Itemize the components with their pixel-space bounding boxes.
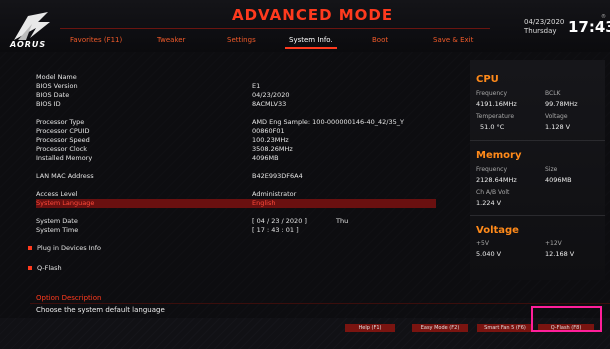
cpu-voltage-label: Voltage xyxy=(545,113,568,120)
bclk-value: 99.78MHz xyxy=(545,100,578,108)
tab-boot[interactable]: Boot xyxy=(372,36,388,44)
row-system-date[interactable]: System Date [ 04 / 23 / 2020 ] Thu xyxy=(36,217,436,226)
bios-date-value: 04/23/2020 xyxy=(252,91,290,99)
v5-value: 5.040 V xyxy=(476,250,502,258)
option-description-title: Option Description xyxy=(36,294,102,302)
row-system-time[interactable]: System Time [ 17 : 43 : 01 ] xyxy=(36,226,436,235)
lan-mac-value: B42E993DF6A4 xyxy=(252,172,303,180)
bios-version-label: BIOS Version xyxy=(36,82,78,90)
clock-date: 04/23/2020 xyxy=(524,18,565,26)
processor-speed-value: 100.23MHz xyxy=(252,136,289,144)
system-language-value[interactable]: English xyxy=(252,199,275,207)
plug-in-devices-info-item[interactable]: Plug in Devices Info xyxy=(37,244,101,252)
plug-in-devices-bullet-icon xyxy=(28,246,32,250)
memory-title: Memory xyxy=(476,150,522,161)
processor-type-value: AMD Eng Sample: 100-000000146-40_42/35_Y xyxy=(252,118,404,126)
panel-divider xyxy=(470,215,605,216)
tab-favorites[interactable]: Favorites (F11) xyxy=(70,36,122,44)
processor-speed-label: Processor Speed xyxy=(36,136,90,144)
mem-frequency-label: Frequency xyxy=(476,166,507,173)
model-name-label: Model Name xyxy=(36,73,77,81)
row-bios-id: BIOS ID 8ACMLV33 xyxy=(36,100,436,109)
installed-memory-value: 4096MB xyxy=(252,154,279,162)
processor-cpuid-value: 00860F01 xyxy=(252,127,285,135)
processor-clock-value: 3508.26MHz xyxy=(252,145,293,153)
mode-title: ADVANCED MODE xyxy=(232,6,394,24)
row-processor-type: Processor Type AMD Eng Sample: 100-00000… xyxy=(36,118,436,127)
description-divider xyxy=(30,303,610,304)
cpu-voltage-value: 1.128 V xyxy=(545,123,571,131)
mem-frequency-value: 2128.64MHz xyxy=(476,176,517,184)
tab-system-info-label: System Info. xyxy=(289,36,333,44)
easy-mode-button[interactable]: Easy Mode (F2) xyxy=(412,324,468,332)
system-time-value[interactable]: [ 17 : 43 : 01 ] xyxy=(252,226,299,234)
row-access-level: Access Level Administrator xyxy=(36,190,436,199)
mem-size-label: Size xyxy=(545,166,558,173)
qflash-item[interactable]: Q-Flash xyxy=(37,264,62,272)
header-divider xyxy=(60,28,490,29)
v12-label: +12V xyxy=(545,240,562,247)
temperature-label: Temperature xyxy=(476,113,515,120)
system-date-value[interactable]: [ 04 / 23 / 2020 ] xyxy=(252,217,307,225)
bios-version-value: E1 xyxy=(252,82,261,90)
bios-date-label: BIOS Date xyxy=(36,91,70,99)
cpu-frequency-value: 4191.16MHz xyxy=(476,100,517,108)
option-description-text: Choose the system default language xyxy=(36,306,165,314)
cpu-title: CPU xyxy=(476,74,499,85)
system-time-label: System Time xyxy=(36,226,79,234)
access-level-value: Administrator xyxy=(252,190,297,198)
tab-settings[interactable]: Settings xyxy=(227,36,256,44)
v5-label: +5V xyxy=(476,240,489,247)
active-tab-underline xyxy=(285,47,337,49)
row-installed-memory: Installed Memory 4096MB xyxy=(36,154,436,163)
help-button[interactable]: Help (F1) xyxy=(345,324,395,332)
tab-tweaker[interactable]: Tweaker xyxy=(157,36,185,44)
row-bios-date: BIOS Date 04/23/2020 xyxy=(36,91,436,100)
bclk-label: BCLK xyxy=(545,90,561,97)
processor-clock-label: Processor Clock xyxy=(36,145,88,153)
footer-bar xyxy=(0,318,610,349)
smart-fan-button[interactable]: Smart Fan 5 (F6) xyxy=(477,324,533,332)
ch-volt-value: 1.224 V xyxy=(476,199,502,207)
temperature-value: 51.0 °C xyxy=(480,123,505,131)
row-system-language[interactable]: System Language English xyxy=(36,199,436,208)
lan-mac-label: LAN MAC Address xyxy=(36,172,94,180)
system-language-label: System Language xyxy=(36,199,95,207)
row-model-name: Model Name xyxy=(36,73,436,82)
voltage-title: Voltage xyxy=(476,225,519,236)
row-processor-clock: Processor Clock 3508.26MHz xyxy=(36,145,436,154)
header: AORUS ADVANCED MODE Favorites (F11) Twea… xyxy=(0,0,610,52)
installed-memory-label: Installed Memory xyxy=(36,154,93,162)
mem-size-value: 4096MB xyxy=(545,176,572,184)
processor-cpuid-label: Processor CPUID xyxy=(36,127,90,135)
ch-volt-label: Ch A/B Volt xyxy=(476,189,510,196)
row-processor-speed: Processor Speed 100.23MHz xyxy=(36,136,436,145)
aorus-logo-text: AORUS xyxy=(10,40,47,49)
processor-type-label: Processor Type xyxy=(36,118,85,126)
bios-id-value: 8ACMLV33 xyxy=(252,100,287,108)
tab-save-exit[interactable]: Save & Exit xyxy=(433,36,473,44)
system-date-day: Thu xyxy=(336,217,349,225)
cpu-frequency-label: Frequency xyxy=(476,90,507,97)
registered-mark: ® xyxy=(601,14,606,20)
access-level-label: Access Level xyxy=(36,190,78,198)
hardware-monitor-panel: CPU Frequency BCLK 4191.16MHz 99.78MHz T… xyxy=(470,60,605,280)
tab-system-info[interactable]: System Info. xyxy=(285,36,337,49)
row-lan-mac: LAN MAC Address B42E993DF6A4 xyxy=(36,172,436,181)
v12-value: 12.168 V xyxy=(545,250,575,258)
clock-time: 17:43 xyxy=(568,18,610,36)
row-processor-cpuid: Processor CPUID 00860F01 xyxy=(36,127,436,136)
bios-id-label: BIOS ID xyxy=(36,100,61,108)
clock-day: Thursday xyxy=(524,27,557,35)
row-bios-version: BIOS Version E1 xyxy=(36,82,436,91)
qflash-bullet-icon xyxy=(28,266,32,270)
panel-divider xyxy=(470,140,605,141)
system-date-label: System Date xyxy=(36,217,78,225)
qflash-highlight-box xyxy=(531,306,602,332)
